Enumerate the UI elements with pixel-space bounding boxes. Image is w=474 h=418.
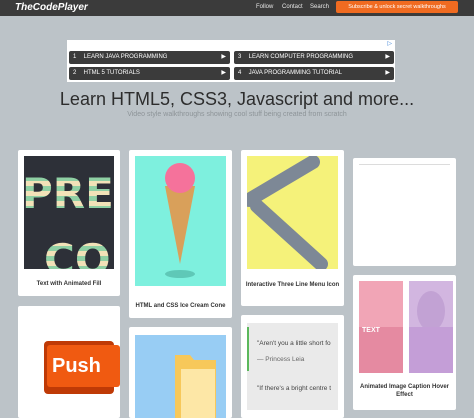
card-image-caption-hover[interactable]: TEXT Animated Image Caption Hover Effect (353, 275, 456, 410)
ad-link-label: LEARN COMPUTER PROGRAMMING (248, 54, 354, 60)
quotes-panel: "Aren't you a little short fo — Princess… (247, 323, 338, 410)
ice-cream-thumbnail (135, 156, 226, 286)
caption-overlay-text: TEXT (362, 327, 380, 334)
menu-icon-graphic (247, 156, 328, 269)
nav-follow[interactable]: Follow (256, 4, 273, 10)
folder-thumbnail (135, 335, 226, 418)
placeholder-divider (359, 164, 450, 165)
card-title: Text with Animated Fill (36, 281, 102, 287)
ad-link-label: JAVA PROGRAMMING TUTORIAL (248, 70, 342, 76)
card-push-button[interactable]: Push (18, 306, 120, 418)
ad-link-number: 3 (238, 54, 242, 60)
ad-link-1[interactable]: 1 LEARN JAVA PROGRAMMING ▶ (69, 51, 230, 64)
card-text-animated-fill[interactable]: PRE CO Text with Animated Fill (18, 150, 120, 296)
nav-contact[interactable]: Contact (282, 4, 303, 10)
arrow-right-icon: ▶ (385, 70, 390, 76)
quote-author: — Princess Leia (257, 356, 305, 363)
ad-link-label: HTML 5 TUTORIALS (83, 70, 140, 76)
quote-text: "If there's a bright centre t (257, 385, 332, 392)
quote-text: "Aren't you a little short fo (257, 340, 331, 347)
card-folder[interactable] (129, 327, 232, 418)
card-ice-cream-cone[interactable]: HTML and CSS Ice Cream Cone (129, 150, 232, 318)
ad-link-number: 4 (238, 70, 242, 76)
card-title: Animated Image Caption Hover Effect (359, 384, 449, 398)
card-quotes[interactable]: "Aren't you a little short fo — Princess… (241, 315, 344, 418)
caption-image-right (409, 281, 453, 373)
text-fill-thumbnail: PRE CO (24, 156, 114, 269)
menu-icon-thumbnail (247, 156, 338, 269)
ice-cream-cone-icon (165, 163, 195, 278)
ad-link-number: 2 (73, 70, 77, 76)
nav-search[interactable]: Search (310, 4, 329, 10)
card-three-line-menu[interactable]: Interactive Three Line Menu Icon (241, 150, 344, 306)
ad-banner: ▷ 1 LEARN JAVA PROGRAMMING ▶ 3 LEARN COM… (67, 40, 395, 82)
fill-text-top: PRE (24, 169, 114, 218)
subscribe-button[interactable]: Subscribe & unlock secret walkthroughs (336, 1, 458, 13)
top-bar: TheCodePlayer Follow Contact Search Subs… (0, 0, 474, 16)
page-title: Learn HTML5, CSS3, Javascript and more..… (59, 89, 415, 109)
card-title: HTML and CSS Ice Cream Cone (135, 303, 226, 309)
card-placeholder[interactable] (353, 158, 456, 266)
ad-choices-icon[interactable]: ▷ (387, 40, 392, 47)
ad-link-4[interactable]: 4 JAVA PROGRAMMING TUTORIAL ▶ (234, 67, 394, 80)
arrow-right-icon: ▶ (385, 54, 390, 60)
page-subtitle: Video style walkthroughs showing cool st… (127, 111, 347, 118)
fill-text-bottom: CO (44, 235, 111, 269)
folder-icon (175, 355, 216, 418)
ad-link-number: 1 (73, 54, 77, 60)
caption-image-left: TEXT (359, 281, 403, 373)
arrow-right-icon: ▶ (221, 70, 226, 76)
text-fill-graphic: PRE CO (24, 169, 114, 269)
arrow-right-icon: ▶ (221, 54, 226, 60)
push-button-graphic: Push (47, 345, 120, 387)
card-title: Interactive Three Line Menu Icon (245, 282, 340, 288)
ad-link-label: LEARN JAVA PROGRAMMING (83, 54, 168, 60)
ad-link-2[interactable]: 2 HTML 5 TUTORIALS ▶ (69, 67, 230, 80)
ad-link-3[interactable]: 3 LEARN COMPUTER PROGRAMMING ▶ (234, 51, 394, 64)
quote-bar-green (247, 327, 249, 371)
site-logo[interactable]: TheCodePlayer (15, 2, 88, 13)
